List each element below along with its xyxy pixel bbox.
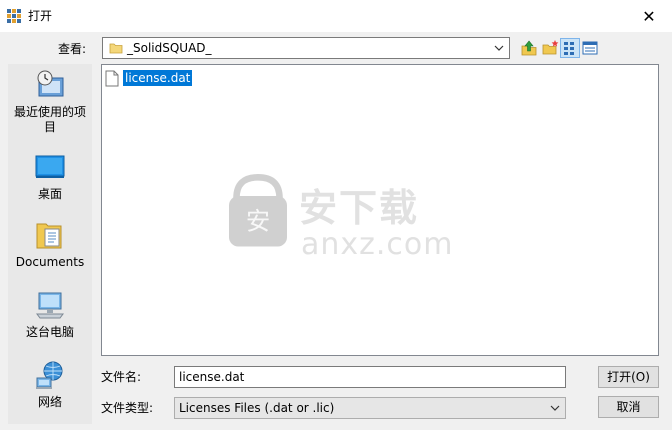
list-view-icon xyxy=(564,42,574,55)
cancel-button[interactable]: 取消 xyxy=(598,396,659,418)
place-documents-label: Documents xyxy=(15,255,85,269)
chevron-down-icon xyxy=(550,405,560,411)
open-file-dialog: 打开 ✕ 查看: _SolidSQUAD_ 最近使用的项目 桌面 Documen… xyxy=(0,0,672,430)
place-computer[interactable]: 这台电脑 xyxy=(8,288,92,340)
place-network[interactable]: 网络 xyxy=(8,358,92,410)
file-icon xyxy=(105,70,119,86)
place-desktop-label: 桌面 xyxy=(37,187,62,201)
filetype-dropdown[interactable]: Licenses Files (.dat or .lic) xyxy=(174,397,566,419)
dialog-app-icon xyxy=(7,9,21,23)
new-folder-icon xyxy=(542,40,559,55)
network-icon xyxy=(36,361,63,389)
file-list[interactable]: license.dat 安 安下载 anxz.com xyxy=(101,64,659,356)
close-icon: ✕ xyxy=(642,6,656,26)
watermark-text-en: anxz.com xyxy=(301,227,454,262)
place-computer-label: 这台电脑 xyxy=(25,325,74,339)
place-desktop[interactable]: 桌面 xyxy=(8,150,92,202)
list-view-button[interactable] xyxy=(560,38,580,58)
watermark-shield-icon: 安 xyxy=(229,174,287,247)
filename-label: 文件名: xyxy=(101,370,142,384)
documents-icon xyxy=(36,223,62,249)
place-documents[interactable]: Documents xyxy=(8,218,92,270)
up-folder-icon xyxy=(521,40,537,56)
list-item[interactable]: license.dat xyxy=(105,68,193,88)
title-bar: 打开 ✕ xyxy=(0,0,672,32)
desktop-icon xyxy=(35,155,65,178)
details-view-button[interactable] xyxy=(580,38,600,58)
filename-input[interactable] xyxy=(174,366,566,388)
up-folder-button[interactable] xyxy=(519,38,539,58)
computer-icon xyxy=(36,292,64,319)
recent-icon xyxy=(37,70,64,97)
watermark: 安 安下载 anxz.com xyxy=(229,171,453,271)
lookin-value: _SolidSQUAD_ xyxy=(127,41,212,55)
open-button[interactable]: 打开(O) xyxy=(598,366,659,388)
place-network-label: 网络 xyxy=(37,395,62,409)
watermark-shield-glyph: 安 xyxy=(246,207,270,236)
places-bar: 最近使用的项目 桌面 Documents 这台电脑 网络 xyxy=(8,64,92,424)
place-recent-label: 最近使用的项目 xyxy=(13,105,86,134)
place-recent[interactable]: 最近使用的项目 xyxy=(8,68,92,135)
lookin-label: 查看: xyxy=(58,42,87,56)
new-folder-button[interactable] xyxy=(540,38,560,58)
details-view-icon xyxy=(582,41,598,55)
watermark-text-cn: 安下载 xyxy=(299,186,420,230)
folder-icon xyxy=(109,43,123,54)
filetype-label: 文件类型: xyxy=(101,401,154,415)
close-button[interactable]: ✕ xyxy=(626,0,672,32)
file-name: license.dat xyxy=(123,70,193,86)
filetype-value: Licenses Files (.dat or .lic) xyxy=(179,401,335,415)
dialog-title: 打开 xyxy=(28,9,53,23)
chevron-down-icon xyxy=(494,45,504,51)
lookin-dropdown[interactable]: _SolidSQUAD_ xyxy=(102,37,510,59)
